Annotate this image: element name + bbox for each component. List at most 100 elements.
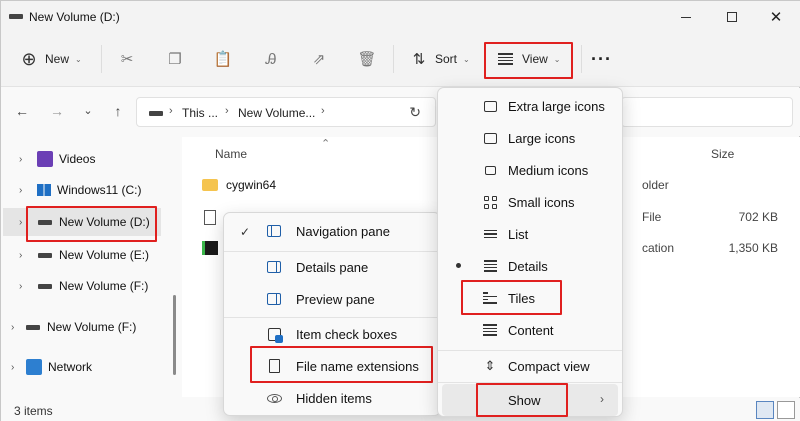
menu-item-label: List <box>508 226 529 242</box>
tiles-view-toggle[interactable] <box>777 401 795 419</box>
new-button[interactable]: ⊕ New ⌄ <box>19 43 82 75</box>
menu-item-large-icons[interactable]: Large icons <box>442 122 620 154</box>
menu-item-label: Small icons <box>508 194 575 210</box>
column-header-name[interactable]: Name <box>215 147 247 161</box>
chevron-down-icon: ⌄ <box>75 54 82 64</box>
delete-button[interactable]: 🗑 <box>357 43 377 75</box>
nav-item-label: New Volume (E:) <box>59 248 150 262</box>
menu-item-label: Details pane <box>296 259 369 275</box>
drive-icon <box>9 14 23 19</box>
menu-item-label: Medium icons <box>508 162 589 178</box>
menu-item-content[interactable]: Content <box>442 314 620 346</box>
chevron-right-icon: › <box>11 321 15 333</box>
menu-item-small-icons[interactable]: Small icons <box>442 186 620 218</box>
highlight-tiles <box>461 280 562 315</box>
network-icon <box>26 359 42 375</box>
file-type: cation <box>642 241 675 255</box>
nav-item-label: New Volume (F:) <box>59 279 149 293</box>
menu-item-preview-pane[interactable]: Preview pane <box>228 283 436 315</box>
back-button[interactable]: ← <box>13 102 31 120</box>
menu-item-list[interactable]: List <box>442 218 620 250</box>
chevron-right-icon: › <box>19 249 23 261</box>
share-icon: ⇗ <box>312 51 326 68</box>
menu-item-hidden-items[interactable]: Hidden items <box>228 382 436 414</box>
window-title: New Volume (D:) <box>29 10 120 24</box>
chevron-down-icon: ⌄ <box>463 54 470 64</box>
refresh-icon[interactable]: ↻ <box>409 104 421 121</box>
minimize-button[interactable] <box>663 1 709 33</box>
new-label: New <box>45 52 70 66</box>
paste-icon: 📋 <box>213 51 233 68</box>
chevron-right-icon: › <box>19 153 23 165</box>
cut-button[interactable]: ✂ <box>117 43 137 75</box>
file-size: 1,350 KB <box>728 241 778 255</box>
sort-button[interactable]: ⇅ Sort ⌄ <box>409 43 470 75</box>
address-bar[interactable]: › This ... › New Volume... › ↻ <box>136 97 436 127</box>
details-view-toggle[interactable] <box>756 401 774 419</box>
file-size: 702 KB <box>738 210 778 224</box>
forward-button[interactable]: → <box>48 102 66 120</box>
compact-view-icon: ⇕ <box>484 358 496 373</box>
menu-item-label: Compact view <box>508 358 590 374</box>
up-button[interactable]: ↑ <box>109 102 127 120</box>
application-icon <box>202 241 218 255</box>
nav-item-new-volume-f-network[interactable]: › New Volume (F:) <box>11 313 136 341</box>
maximize-button[interactable] <box>709 1 755 33</box>
cut-icon: ✂ <box>120 51 134 68</box>
see-more-button[interactable]: ··· <box>591 43 612 75</box>
delete-icon: 🗑 <box>357 51 377 68</box>
rename-button[interactable]: Ꭿ <box>261 43 281 75</box>
videos-folder-icon <box>37 151 53 167</box>
sort-icon: ⇅ <box>412 51 426 68</box>
recent-locations-button[interactable]: ⌄ <box>79 102 97 120</box>
nav-item-new-volume-e[interactable]: › New Volume (E:) <box>19 241 149 269</box>
nav-item-label: New Volume (F:) <box>47 320 137 334</box>
menu-item-label: Details <box>508 258 548 274</box>
nav-item-new-volume-f[interactable]: › New Volume (F:) <box>19 272 148 300</box>
list-icon <box>482 226 498 242</box>
menu-item-details-pane[interactable]: Details pane <box>228 251 436 283</box>
chevron-right-icon: › <box>225 105 229 117</box>
chevron-right-icon: › <box>19 184 23 196</box>
document-icon <box>204 209 216 225</box>
search-input[interactable] <box>621 97 793 127</box>
copy-button[interactable]: ❐ <box>165 43 185 75</box>
breadcrumb-new-volume[interactable]: New Volume... <box>238 106 315 120</box>
menu-item-label: Extra large icons <box>508 98 605 114</box>
drive-icon <box>38 283 52 289</box>
command-bar: ⊕ New ⌄ ✂ ❐ 📋 Ꭿ ⇗ 🗑 ⇅ Sort ⌄ View ⌄ ··· <box>1 33 800 87</box>
minimize-icon <box>681 16 691 18</box>
extra-large-icons-icon <box>482 98 498 114</box>
chevron-right-icon: › <box>600 392 604 406</box>
menu-item-details[interactable]: Details <box>442 250 620 282</box>
sort-arrow-icon: ⌃ <box>321 138 331 150</box>
chevron-right-icon: › <box>321 105 325 117</box>
menu-item-label: Hidden items <box>296 390 372 406</box>
menu-item-medium-icons[interactable]: Medium icons <box>442 154 620 186</box>
nav-item-network[interactable]: › Network <box>11 353 92 381</box>
nav-pane-scrollbar[interactable] <box>173 295 176 375</box>
breadcrumb-this-pc[interactable]: This ... <box>182 106 218 120</box>
nav-item-windows11-c[interactable]: › Windows11 (C:) <box>19 176 141 204</box>
paste-button[interactable]: 📋 <box>213 43 233 75</box>
share-button[interactable]: ⇗ <box>309 43 329 75</box>
highlight-show <box>476 383 568 417</box>
rename-icon: Ꭿ <box>265 50 277 68</box>
file-explorer-window: New Volume (D:) ✕ ⊕ New ⌄ ✂ ❐ 📋 Ꭿ ⇗ 🗑 ⇅ … <box>0 0 800 421</box>
item-count: 3 items <box>14 404 53 418</box>
file-type: older <box>642 178 669 192</box>
nav-item-videos[interactable]: › Videos <box>19 145 95 173</box>
preview-pane-icon <box>266 291 282 307</box>
column-header-size[interactable]: Size <box>711 147 734 161</box>
menu-item-label: Item check boxes <box>296 326 398 342</box>
close-button[interactable]: ✕ <box>753 1 799 33</box>
menu-item-label: Large icons <box>508 130 576 146</box>
file-type: File <box>642 210 662 224</box>
menu-item-extra-large-icons[interactable]: Extra large icons <box>442 90 620 122</box>
menu-item-compact-view[interactable]: ⇕ Compact view <box>442 350 620 382</box>
small-icons-icon <box>482 194 498 210</box>
toolbar-divider <box>101 45 102 73</box>
drive-icon <box>38 252 52 258</box>
chevron-right-icon: › <box>169 105 173 117</box>
menu-item-navigation-pane[interactable]: Navigation pane <box>228 215 436 247</box>
